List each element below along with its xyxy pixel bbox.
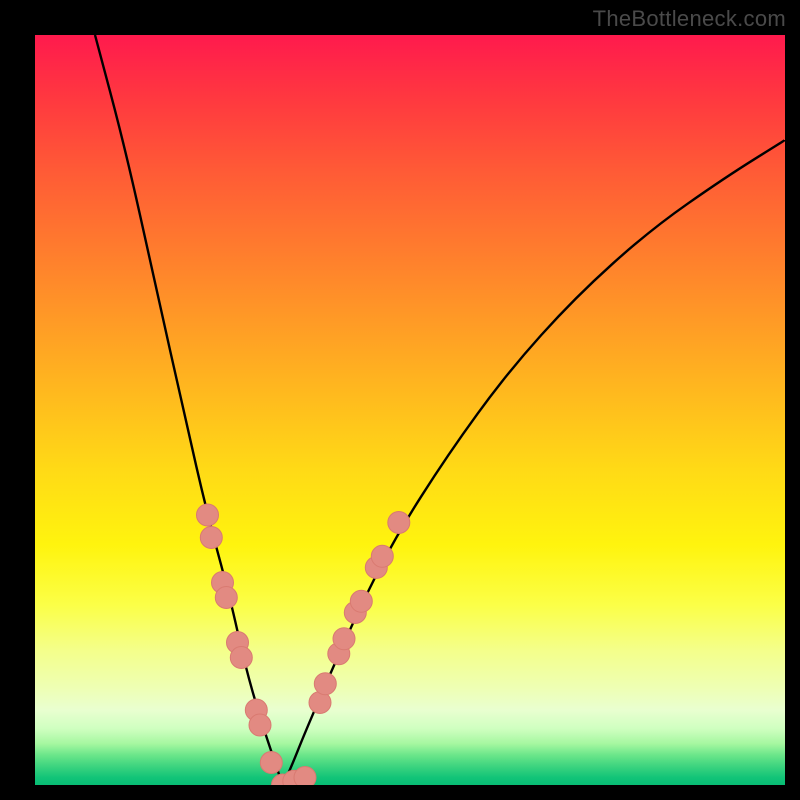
data-marker (200, 527, 222, 549)
data-marker (215, 587, 237, 609)
bottleneck-curve (95, 35, 785, 781)
data-marker (260, 752, 282, 774)
chart-plot-area (35, 35, 785, 785)
data-marker (294, 767, 316, 786)
chart-svg (35, 35, 785, 785)
data-marker (249, 714, 271, 736)
watermark-text: TheBottleneck.com (593, 6, 786, 32)
data-marker (371, 545, 393, 567)
data-marker (230, 647, 252, 669)
data-marker (333, 628, 355, 650)
data-marker (350, 590, 372, 612)
data-marker (314, 673, 336, 695)
data-marker (197, 504, 219, 526)
data-marker (388, 512, 410, 534)
data-markers (197, 504, 410, 785)
chart-frame: TheBottleneck.com (0, 0, 800, 800)
